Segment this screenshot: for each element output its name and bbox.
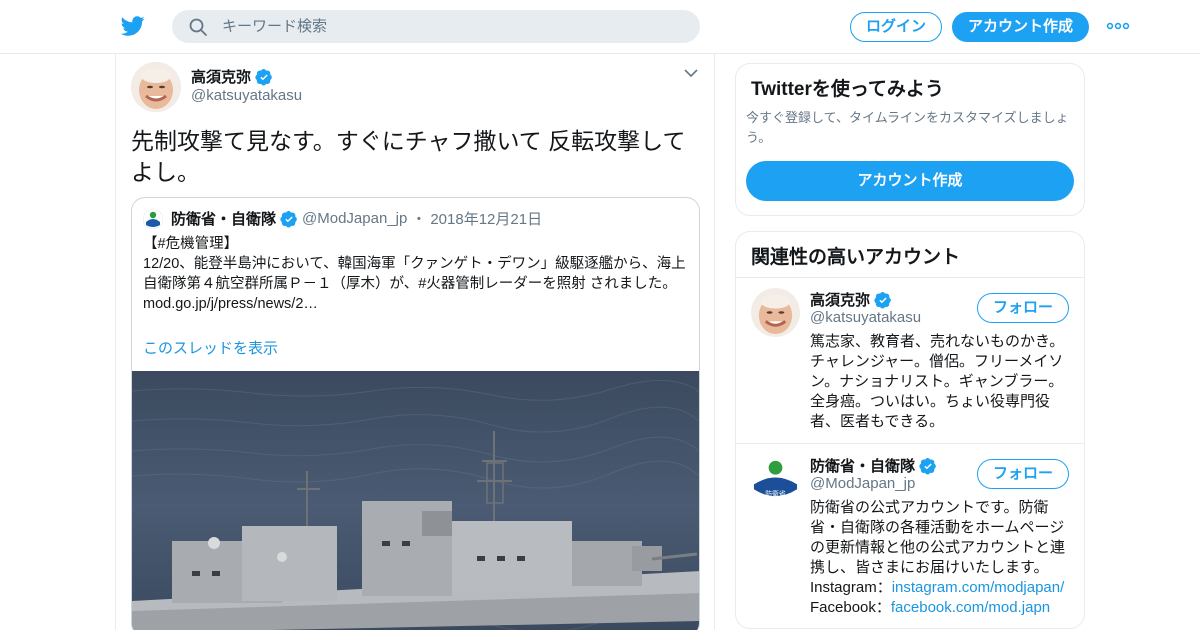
quoted-line: 【#危機管理】 <box>143 236 239 252</box>
related-accounts-card: 関連性の高いアカウント 高須克弥 @katsuyatakasu フォロー 篤志家… <box>735 231 1085 629</box>
instagram-link[interactable]: instagram.com/modjapan/ <box>892 579 1065 596</box>
author-handle[interactable]: @katsuyatakasu <box>191 87 302 104</box>
signup-card-button[interactable]: アカウント作成 <box>746 161 1074 201</box>
account-bio: 篤志家、教育者、売れないものかき。チャレンジャー。僧侶。フリーメイソン。ナショナ… <box>810 333 1065 430</box>
follow-button[interactable]: フォロー <box>977 459 1069 489</box>
account-bio: 防衛省の公式アカウントです。防衛省・自衛隊の各種活動をホームページの更新情報と他… <box>810 498 1072 618</box>
login-button[interactable]: ログイン <box>850 12 942 42</box>
account-handle[interactable]: @katsuyatakasu <box>810 309 921 326</box>
warship-photo[interactable] <box>132 371 700 630</box>
quoted-url[interactable]: mod.go.jp/j/press/news/2… <box>143 294 688 314</box>
signup-card: Twitterを使ってみよう 今すぐ登録して、タイムラインをカスタマイズしましょ… <box>735 63 1085 216</box>
verified-badge-icon <box>919 457 936 474</box>
avatar[interactable] <box>751 288 800 337</box>
quoted-tweet-date: 2018年12月21日 <box>430 211 543 228</box>
svg-text:防衛省: 防衛省 <box>765 489 786 498</box>
tweet-column: 高須克弥 @katsuyatakasu 先制攻撃て見なす。すぐにチャフ撒いて 反… <box>115 54 715 630</box>
account-name[interactable]: 防衛省・自衛隊 <box>810 455 937 476</box>
signup-card-title: Twitterを使ってみよう <box>751 79 944 100</box>
tweet-author[interactable]: 高須克弥 <box>191 66 273 87</box>
verified-badge-icon <box>874 291 891 308</box>
account-bio-text: 防衛省の公式アカウントです。防衛省・自衛隊の各種活動をホームページの更新情報と他… <box>810 499 1066 576</box>
account-handle[interactable]: @ModJapan_jp <box>810 475 915 492</box>
search-box[interactable] <box>172 10 700 43</box>
facebook-line: Facebook：facebook.com/mod.japn <box>810 598 1072 618</box>
twitter-bird-icon[interactable] <box>120 14 146 38</box>
related-account-item[interactable]: 防衛省 防衛省・自衛隊 @ModJapan_jp フォロー 防衛省の公式アカウン… <box>736 444 1084 629</box>
signup-button[interactable]: アカウント作成 <box>952 12 1089 42</box>
instagram-line: Instagram：instagram.com/modjapan/ <box>810 578 1072 598</box>
follow-button[interactable]: フォロー <box>977 293 1069 323</box>
search-icon <box>189 18 207 36</box>
chevron-down-icon[interactable] <box>684 68 698 78</box>
instagram-label: Instagram： <box>810 579 892 596</box>
quoted-line: 12/20、能登半島沖において、韓国海軍「クァンゲト・デワン」級駆逐艦から、海上… <box>143 256 686 292</box>
quoted-author-name: 防衛省・自衛隊 <box>171 211 277 228</box>
account-name-text[interactable]: 防衛省・自衛隊 <box>810 455 915 476</box>
avatar[interactable] <box>131 62 181 112</box>
related-accounts-title: 関連性の高いアカウント <box>751 247 961 268</box>
facebook-label: Facebook： <box>810 599 891 616</box>
quoted-avatar <box>143 208 163 229</box>
quoted-tweet-body: 【#危機管理】 12/20、能登半島沖において、韓国海軍「クァンゲト・デワン」級… <box>143 234 688 314</box>
show-thread-link[interactable]: このスレッドを表示 <box>143 337 278 358</box>
verified-badge-icon <box>255 68 272 85</box>
author-avatar-image <box>131 62 181 112</box>
account-name-text[interactable]: 高須克弥 <box>810 289 870 310</box>
quoted-tweet[interactable]: 防衛省・自衛隊 @ModJapan_jp ・ 2018年12月21日 【#危機管… <box>131 197 700 630</box>
search-input[interactable] <box>222 10 682 43</box>
tweet-text: 先制攻撃て見なす。すぐにチャフ撒いて 反転攻撃してよし。 <box>131 128 686 185</box>
signup-card-subtitle: 今すぐ登録して、タイムラインをカスタマイズしましょう。 <box>746 110 1069 145</box>
facebook-link[interactable]: facebook.com/mod.japn <box>891 599 1050 616</box>
separator: ・ <box>411 211 427 228</box>
quoted-author-handle: @ModJapan_jp <box>302 210 408 227</box>
avatar[interactable]: 防衛省 <box>751 454 800 503</box>
top-bar: ログイン アカウント作成 <box>0 0 1200 54</box>
more-dots-icon[interactable] <box>1106 18 1130 34</box>
author-name[interactable]: 高須克弥 <box>191 66 251 87</box>
account-name[interactable]: 高須克弥 <box>810 289 892 310</box>
quoted-tweet-header: 防衛省・自衛隊 @ModJapan_jp ・ 2018年12月21日 <box>143 208 542 229</box>
verified-badge-icon <box>280 210 297 227</box>
related-account-item[interactable]: 高須克弥 @katsuyatakasu フォロー 篤志家、教育者、売れないものか… <box>736 278 1084 443</box>
